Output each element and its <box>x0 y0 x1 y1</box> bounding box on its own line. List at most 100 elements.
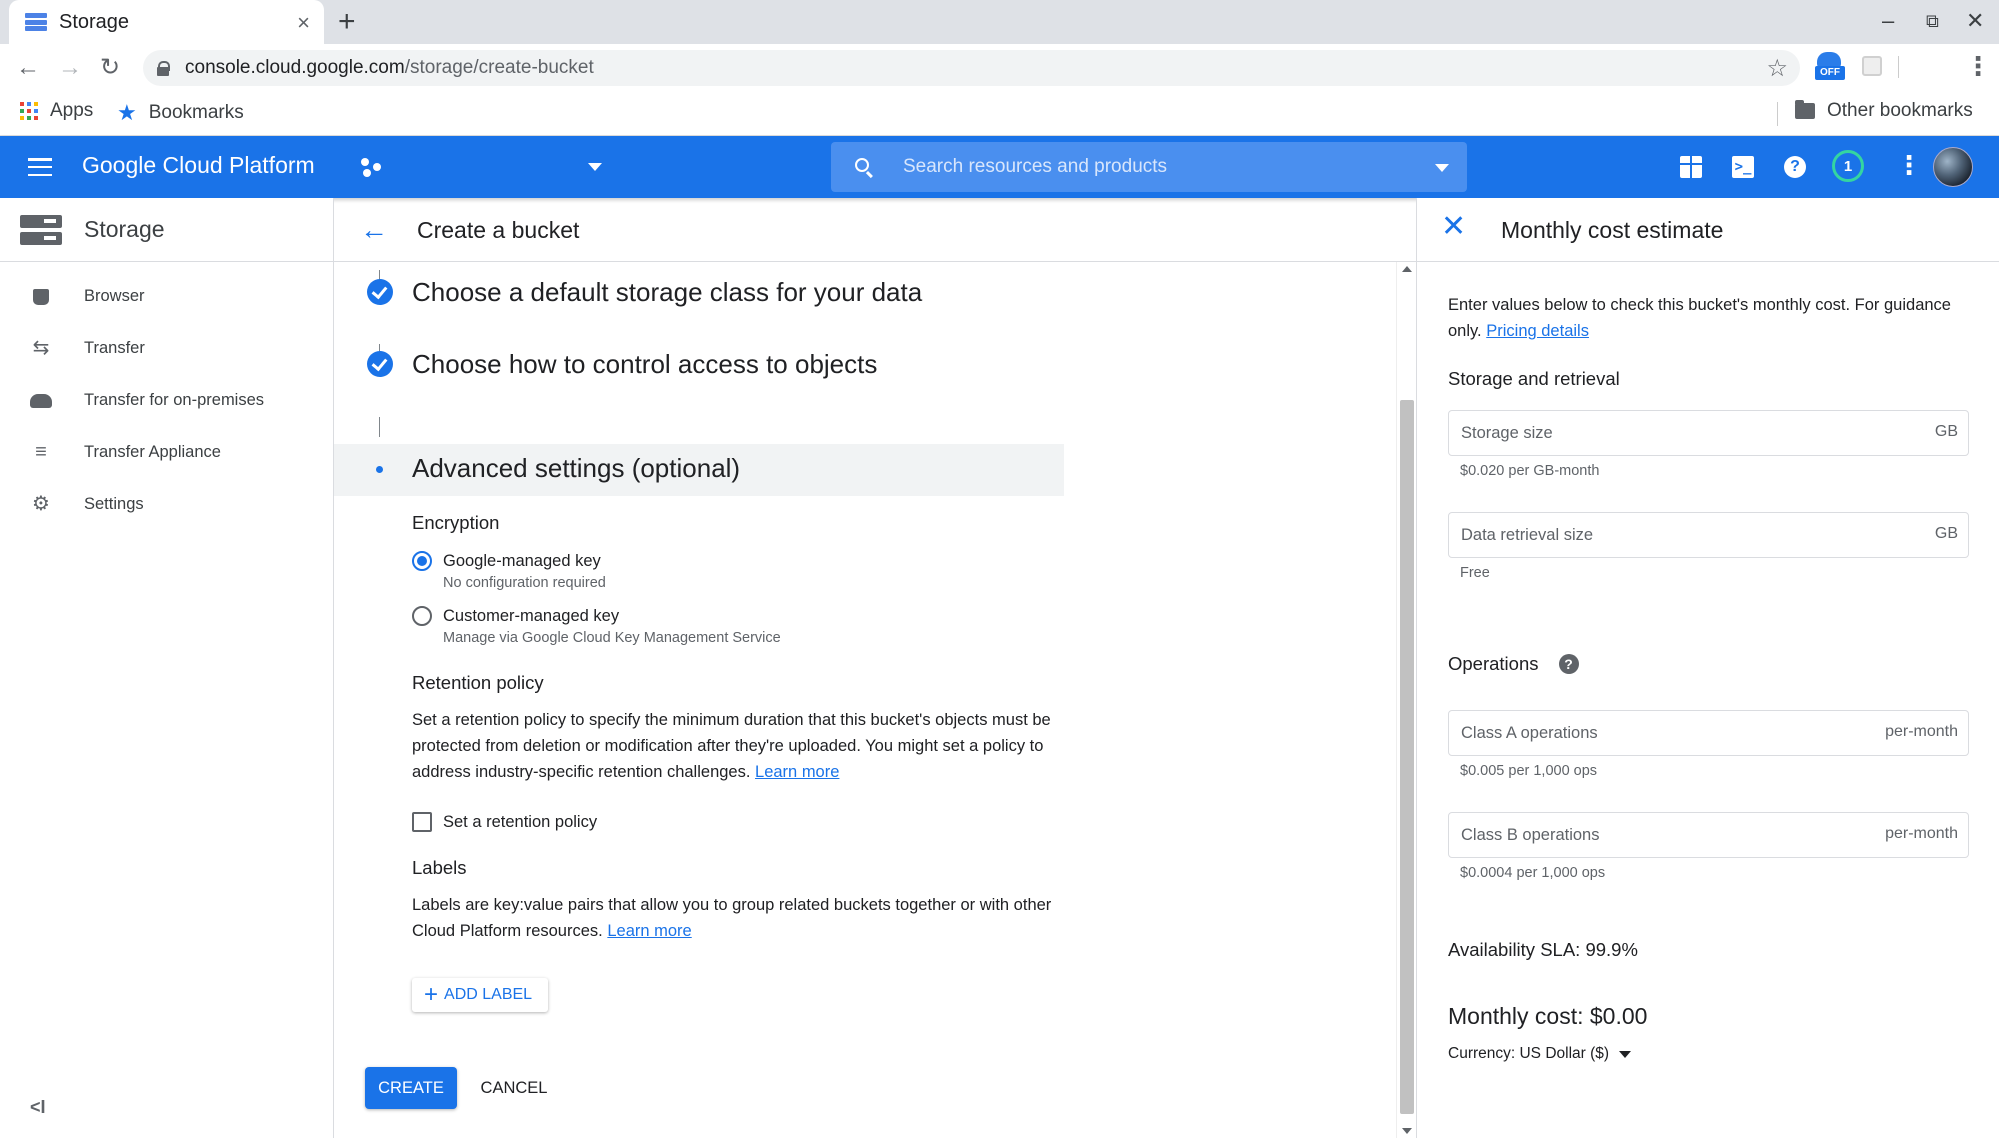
help-icon[interactable]: ? <box>1558 654 1579 674</box>
storage-size-field[interactable]: GB <box>1448 410 1969 456</box>
restore-icon[interactable]: ⧉ <box>1926 11 1939 32</box>
sidebar-item-transfer-appliance[interactable]: ≡ Transfer Appliance <box>0 426 333 478</box>
browser-menu-icon[interactable]: ⋮ <box>1965 52 1991 80</box>
gcp-title[interactable]: Google Cloud Platform <box>82 152 315 179</box>
step-title: Choose a default storage class for your … <box>412 276 923 307</box>
add-label-button[interactable]: + ADD LABEL <box>412 978 548 1012</box>
radio-button-selected[interactable] <box>412 551 432 571</box>
scroll-down-icon[interactable] <box>1402 1128 1412 1134</box>
panel-intro: Enter values below to check this bucket'… <box>1448 292 1988 344</box>
step-storage-class[interactable]: Choose a default storage class for your … <box>367 262 922 324</box>
check-circle-icon <box>367 279 393 305</box>
field-suffix: per-month <box>1885 723 1958 740</box>
radio-sublabel: No configuration required <box>443 575 606 591</box>
project-dropdown-caret-icon[interactable] <box>588 163 602 171</box>
radio-label: Customer-managed key <box>443 607 620 625</box>
lock-icon <box>157 61 170 76</box>
cancel-button[interactable]: CANCEL <box>474 1067 554 1109</box>
bookmark-bookmarks[interactable]: ★ Bookmarks <box>117 100 244 126</box>
storage-size-input[interactable] <box>1461 421 1841 445</box>
more-options-icon[interactable]: ⋮ <box>1896 150 1922 181</box>
sidebar-item-settings[interactable]: ⚙ Settings <box>0 478 333 530</box>
apps-grid-icon <box>20 102 38 120</box>
cloud-shell-icon[interactable]: >_ <box>1732 156 1754 178</box>
close-icon[interactable]: ✕ <box>1441 212 1466 242</box>
sidebar-item-browser[interactable]: Browser <box>0 270 333 322</box>
sidebar-item-transfer-on-premises[interactable]: Transfer for on-premises <box>0 374 333 426</box>
help-icon[interactable]: ? <box>1784 156 1806 178</box>
step-access-control[interactable]: Choose how to control access to objects <box>367 332 877 396</box>
storage-retrieval-heading-text: Storage and retrieval <box>1448 368 1620 389</box>
pricing-details-link[interactable]: Pricing details <box>1486 322 1589 340</box>
search-input[interactable] <box>903 152 1403 182</box>
extension-off-icon[interactable]: OFF <box>1815 52 1845 82</box>
step-advanced-settings[interactable]: Advanced settings (optional) <box>334 444 1064 496</box>
sidebar-item-label: Browser <box>84 286 145 305</box>
scrollbar-thumb[interactable] <box>1400 400 1414 1114</box>
address-bar[interactable]: console.cloud.google.com/storage/create-… <box>143 50 1800 86</box>
notifications-button[interactable]: 1 <box>1832 150 1864 182</box>
extension-badge: OFF <box>1815 66 1845 80</box>
bookmark-apps-label: Apps <box>50 100 94 121</box>
tab-close-icon[interactable]: × <box>297 10 310 36</box>
project-selector-icon[interactable] <box>361 156 383 178</box>
window-close-icon[interactable]: ✕ <box>1966 8 1984 34</box>
retention-learn-more-link[interactable]: Learn more <box>755 763 839 781</box>
extension-icon[interactable] <box>1862 56 1882 76</box>
bookmark-star-icon[interactable]: ☆ <box>1766 54 1788 83</box>
minimize-icon[interactable]: – <box>1882 8 1894 34</box>
search-icon <box>855 158 869 172</box>
sidebar-item-label: Transfer Appliance <box>84 442 221 461</box>
new-tab-button[interactable]: + <box>338 6 356 38</box>
left-sidebar: Storage Browser ⇆ Transfer Transfer for … <box>0 198 334 1138</box>
plus-icon: + <box>424 981 439 1008</box>
retention-description: Set a retention policy to specify the mi… <box>412 707 1062 785</box>
transfer-arrows-icon: ⇆ <box>32 337 50 359</box>
radio-customer-managed-key[interactable]: Customer-managed key Manage via Google C… <box>412 605 781 649</box>
field-suffix: per-month <box>1885 825 1958 842</box>
collapse-sidebar-icon[interactable]: <I <box>30 1097 46 1118</box>
stepper-connector <box>379 417 380 437</box>
data-retrieval-size-field[interactable]: GB <box>1448 512 1969 558</box>
bookmark-apps[interactable]: Apps <box>20 100 93 122</box>
reload-icon[interactable]: ↻ <box>100 54 120 82</box>
back-arrow-icon[interactable]: ← <box>360 214 388 246</box>
hamburger-menu-icon[interactable] <box>28 158 52 176</box>
main-scrollbar[interactable] <box>1396 262 1416 1138</box>
class-b-operations-input[interactable] <box>1461 823 1841 847</box>
create-button[interactable]: CREATE <box>365 1067 457 1109</box>
scroll-up-icon[interactable] <box>1402 266 1412 272</box>
browser-toolbar: ← → ↻ console.cloud.google.com/storage/c… <box>0 44 1999 92</box>
sidebar-item-label: Transfer <box>84 338 145 357</box>
sidebar-item-transfer[interactable]: ⇆ Transfer <box>0 322 333 374</box>
radio-button[interactable] <box>412 606 432 626</box>
search-dropdown-caret-icon[interactable] <box>1435 164 1449 172</box>
retention-policy-checkbox[interactable] <box>412 812 432 832</box>
operations-heading-text: Operations <box>1448 653 1539 674</box>
data-retrieval-size-input[interactable] <box>1461 523 1841 547</box>
class-a-operations-field[interactable]: per-month <box>1448 710 1969 756</box>
currency-select[interactable]: Currency: US Dollar ($) <box>1448 1045 1632 1063</box>
other-bookmarks[interactable]: Other bookmarks <box>1795 100 1973 122</box>
gear-icon: ⚙ <box>32 493 50 515</box>
gcp-app-bar: Google Cloud Platform >_ ? 1 ⋮ <box>0 136 1999 198</box>
class-b-operations-field[interactable]: per-month <box>1448 812 1969 858</box>
labels-description: Labels are key:value pairs that allow yo… <box>412 892 1062 944</box>
search-bar[interactable] <box>831 142 1467 192</box>
retention-policy-checkbox-row[interactable]: Set a retention policy <box>412 811 597 833</box>
labels-learn-more-link[interactable]: Learn more <box>607 922 691 940</box>
class-a-operations-input[interactable] <box>1461 721 1841 745</box>
avatar[interactable] <box>1933 147 1973 187</box>
sidebar-item-label: Transfer for on-premises <box>84 390 265 409</box>
back-icon[interactable]: ← <box>16 54 40 82</box>
forward-icon[interactable]: → <box>58 54 82 82</box>
notification-count: 1 <box>1843 157 1853 175</box>
add-label-text: ADD LABEL <box>444 986 533 1003</box>
gift-icon[interactable] <box>1680 156 1702 178</box>
data-retrieval-hint: Free <box>1460 565 1490 581</box>
browser-tab[interactable]: Storage × <box>9 0 324 44</box>
class-a-hint: $0.005 per 1,000 ops <box>1460 763 1598 779</box>
field-suffix: GB <box>1934 423 1958 440</box>
radio-google-managed-key[interactable]: Google-managed key No configuration requ… <box>412 550 606 594</box>
retention-heading: Retention policy <box>412 672 544 693</box>
